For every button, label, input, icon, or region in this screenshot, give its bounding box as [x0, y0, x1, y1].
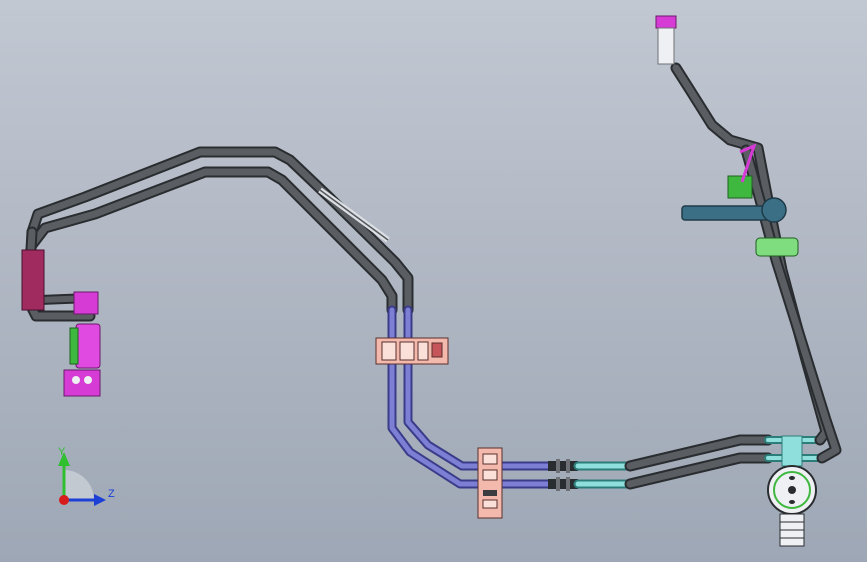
upper-bracket	[375, 337, 449, 365]
lower-right-pipes	[573, 62, 842, 490]
coordinate-triad: Y Z	[58, 446, 115, 506]
dark-pipe-pair	[22, 146, 414, 322]
y-axis-label: Y	[58, 446, 66, 458]
lower-bracket	[477, 447, 503, 519]
fitting-joints	[548, 459, 578, 491]
left-manifold	[21, 249, 101, 397]
top-connector	[655, 15, 677, 65]
cad-viewport[interactable]: Y Z	[0, 0, 867, 562]
z-axis-label: Z	[108, 488, 115, 500]
bottom-right-clamp	[767, 435, 817, 547]
teal-pipe	[681, 197, 787, 223]
blue-pipe-pair	[387, 305, 555, 489]
pipe-assembly-drawing: Y Z	[21, 15, 842, 547]
